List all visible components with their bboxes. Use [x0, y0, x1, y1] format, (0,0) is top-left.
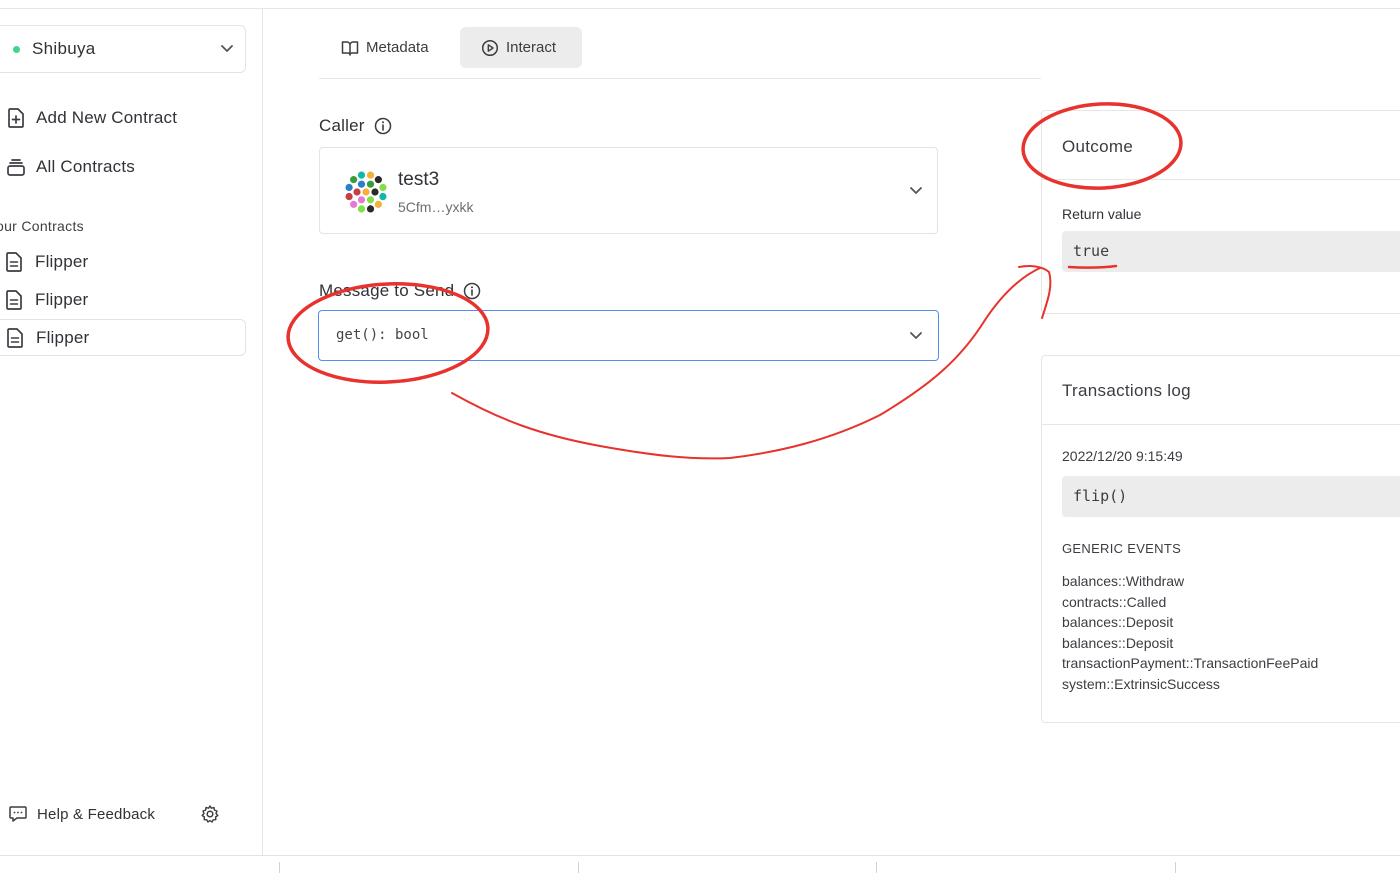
identicon-dot: [350, 176, 358, 184]
contract-label: Flipper: [36, 327, 90, 347]
event-item: transactionPayment::TransactionFeePaid: [1062, 655, 1319, 671]
annotation-arrow-curve: [451, 267, 1041, 460]
ruler-tick: [1175, 862, 1176, 873]
message-label: Message to Send: [319, 281, 481, 301]
caller-selector[interactable]: test3 5Cfm…yxkk: [319, 147, 938, 234]
identicon-dot: [371, 188, 379, 196]
ruler-tick: [279, 862, 280, 873]
contract-label: Flipper: [35, 289, 89, 309]
stack-icon: [5, 156, 27, 178]
events-label: GENERIC EVENTS: [1062, 541, 1182, 556]
transactions-log-panel: Transactions log 2022/12/20 9:15:49 flip…: [1041, 355, 1400, 723]
help-feedback-link[interactable]: Help & Feedback: [8, 804, 155, 824]
tab-label: Interact: [506, 39, 557, 56]
event-item: system::ExtrinsicSuccess: [1062, 675, 1220, 692]
identicon-dot: [357, 171, 366, 179]
outcome-title: Outcome: [1062, 137, 1134, 156]
play-circle-icon: [481, 39, 499, 57]
sidebar: Shibuya Add New Contract All Contracts o…: [0, 9, 263, 855]
contract-tabs: Metadata Interact: [319, 27, 1041, 79]
identicon-dot: [366, 171, 375, 179]
network-selector[interactable]: Shibuya: [0, 25, 246, 73]
document-icon: [5, 251, 25, 273]
caller-label: Caller: [319, 116, 392, 136]
network-name: Shibuya: [32, 39, 96, 58]
add-new-contract-link[interactable]: Add New Contract: [0, 100, 246, 136]
outcome-panel: Outcome Return value true: [1041, 110, 1400, 314]
event-item: balances::Withdraw: [1062, 573, 1185, 589]
ruler-tick: [578, 862, 579, 873]
tab-interact[interactable]: Interact: [460, 27, 582, 68]
document-icon: [5, 289, 25, 311]
identicon-dot: [357, 196, 366, 204]
identicon-dot: [374, 176, 382, 184]
tab-metadata[interactable]: Metadata: [329, 27, 444, 68]
event-item: balances::Deposit: [1062, 614, 1174, 630]
file-plus-icon: [5, 107, 27, 129]
event-item: contracts::Called: [1062, 593, 1167, 610]
book-icon: [341, 39, 359, 57]
identicon-dot: [366, 180, 375, 188]
ruler-tick: [876, 862, 877, 873]
bottom-divider: [0, 855, 1400, 856]
nav-label: All Contracts: [36, 157, 135, 176]
contract-item-flipper-2[interactable]: Flipper: [0, 281, 246, 318]
contract-item-flipper-1[interactable]: Flipper: [0, 243, 246, 280]
identicon-dot: [379, 192, 387, 201]
caller-account-name: test3: [398, 169, 440, 190]
contract-label: Flipper: [35, 251, 89, 271]
chevron-down-icon: [910, 331, 922, 339]
identicon-dot: [357, 205, 366, 213]
network-status-dot: [13, 45, 20, 53]
document-icon: [6, 327, 26, 349]
message-label-text: Message to Send: [319, 281, 455, 300]
tab-label: Metadata: [366, 39, 429, 56]
all-contracts-link[interactable]: All Contracts: [0, 149, 246, 185]
chevron-down-icon: [221, 45, 233, 52]
identicon-dot: [345, 192, 353, 201]
chevron-down-icon: [910, 186, 922, 194]
identicon-dot: [379, 183, 387, 192]
return-value-box: true: [1062, 231, 1400, 272]
transaction-call: flip(): [1073, 487, 1128, 505]
return-value: true: [1073, 242, 1110, 260]
gear-icon[interactable]: [200, 804, 220, 824]
help-label: Help & Feedback: [37, 805, 156, 823]
identicon-dot: [353, 188, 361, 196]
events-list: balances::Withdraw contracts::Called bal…: [1062, 571, 1318, 694]
identicon-dot: [357, 180, 366, 188]
identicon-dot: [345, 183, 353, 192]
return-value-label: Return value: [1062, 206, 1142, 222]
identicon-dot: [374, 200, 382, 208]
message-value: get(): bool: [336, 327, 429, 343]
identicon-dot: [366, 196, 375, 204]
identicon-avatar: [345, 171, 387, 213]
transactions-header: Transactions log: [1042, 356, 1400, 425]
message-selector[interactable]: get(): bool: [318, 310, 939, 361]
caller-label-text: Caller: [319, 116, 365, 135]
identicon-dot: [362, 188, 370, 196]
identicon-dot: [350, 200, 358, 208]
transactions-title: Transactions log: [1062, 381, 1191, 400]
contract-item-flipper-3[interactable]: Flipper: [0, 319, 246, 356]
nav-label: Add New Contract: [36, 108, 178, 127]
caller-account-address: 5Cfm…yxkk: [398, 199, 474, 215]
transaction-call-box: flip(): [1062, 476, 1400, 517]
info-icon[interactable]: [463, 282, 481, 300]
event-item: balances::Deposit: [1062, 634, 1174, 651]
chat-bubble-icon: [8, 804, 28, 824]
outcome-header: Outcome: [1042, 111, 1400, 180]
section-label: our Contracts: [0, 218, 84, 234]
transaction-timestamp: 2022/12/20 9:15:49: [1062, 448, 1183, 464]
identicon-dot: [366, 205, 375, 213]
info-icon[interactable]: [374, 117, 392, 135]
